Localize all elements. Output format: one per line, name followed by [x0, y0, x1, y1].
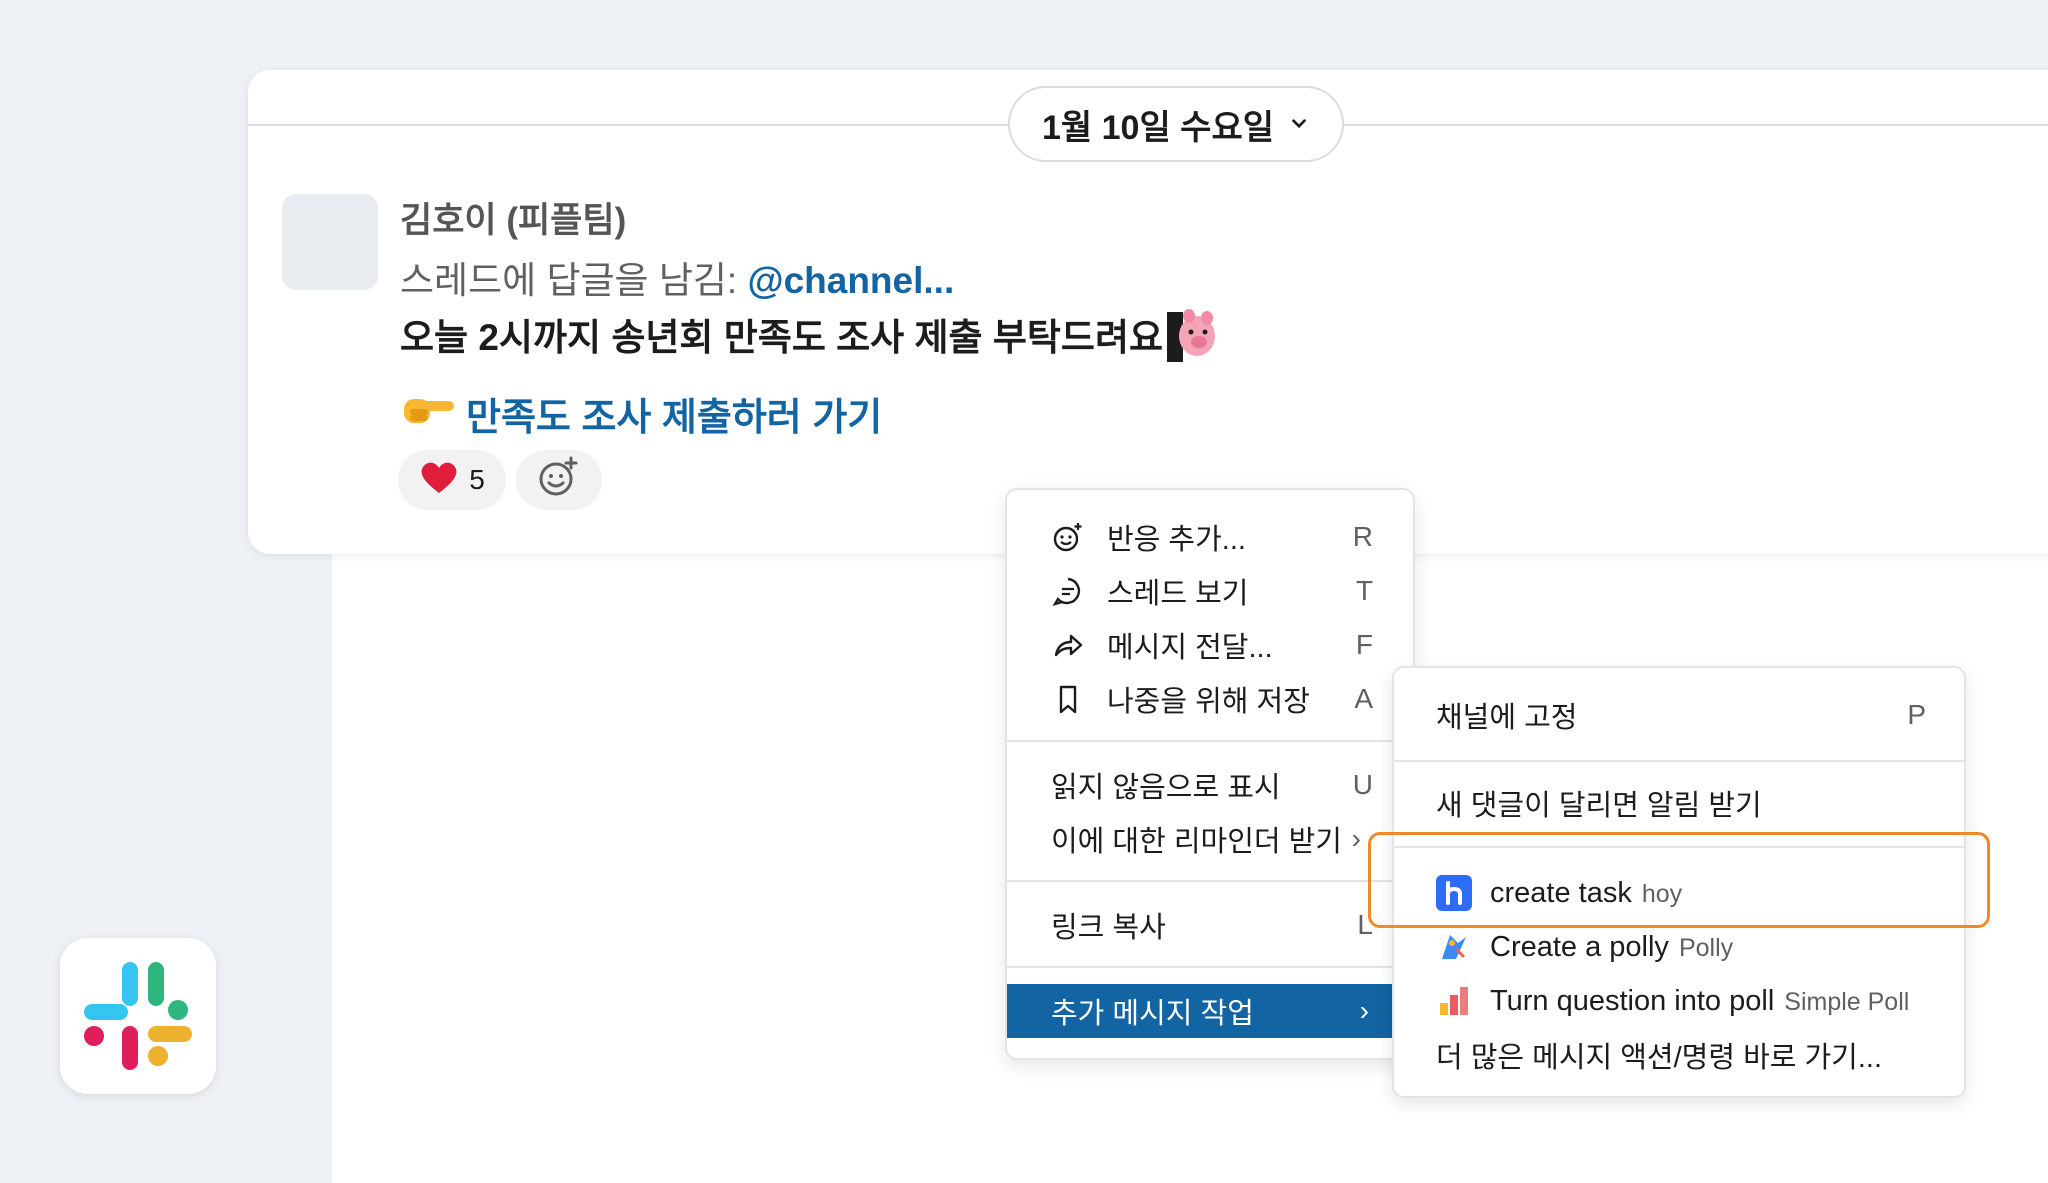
menu-item-shortcut: T [1355, 575, 1373, 606]
submenu-item-label: Turn question into poll [1490, 984, 1775, 1017]
add-reaction-button[interactable] [516, 450, 602, 510]
menu-item-label: 추가 메시지 작업 [1051, 998, 1254, 1030]
submenu-item-label: Create a polly [1490, 930, 1669, 963]
submenu-item-more-shortcuts[interactable]: 더 많은 메시지 액션/명령 바로 가기... [1394, 1028, 1964, 1082]
menu-item-label: 링크 복사 [1051, 912, 1166, 944]
menu-item-add-reaction[interactable]: 반응 추가... R [1007, 510, 1413, 564]
chevron-down-icon [1292, 119, 1306, 129]
submenu-item-label: 새 댓글이 달리면 알림 받기 [1436, 790, 1762, 822]
survey-link[interactable]: 만족도 조사 제출하러 가기 [400, 386, 882, 441]
submenu-item-notify-replies[interactable]: 새 댓글이 달리면 알림 받기 [1394, 776, 1964, 830]
menu-item-shortcut: R [1352, 521, 1373, 552]
heart-icon [419, 459, 459, 502]
survey-link-text[interactable]: 만족도 조사 제출하러 가기 [466, 386, 882, 441]
message-context-menu: 반응 추가... R 스레드 보기 T 메시지 전달... F 나중을 위해 저… [1005, 488, 1415, 1060]
date-divider-button[interactable]: 1월 10일 수요일 [1008, 86, 1344, 162]
menu-divider [1007, 880, 1413, 882]
menu-item-mark-unread[interactable]: 읽지 않음으로 표시 U [1007, 758, 1413, 812]
thread-prefix: 스레드에 답글을 남김: [400, 260, 748, 301]
menu-item-more-actions[interactable]: 추가 메시지 작업 › [1007, 984, 1413, 1038]
submenu-item-label: 채널에 고정 [1436, 702, 1578, 734]
menu-item-shortcut: A [1354, 683, 1373, 714]
menu-item-label: 반응 추가... [1107, 524, 1246, 556]
message-body: 오늘 2시까지 송년회 만족도 조사 제출 부탁드려요 [400, 317, 1164, 358]
sender-name[interactable]: 김호이 (피플팀) [400, 192, 626, 243]
polly-app-icon [1436, 929, 1472, 965]
add-reaction-icon [538, 456, 580, 505]
app-name: Simple Poll [1784, 987, 1910, 1016]
avatar[interactable] [282, 194, 378, 290]
menu-item-remind-me[interactable]: 이에 대한 리마인더 받기 › [1007, 812, 1413, 866]
bookmark-icon [1051, 682, 1085, 716]
menu-item-view-thread[interactable]: 스레드 보기 T [1007, 564, 1413, 618]
date-label: 1월 10일 수요일 [1041, 108, 1275, 147]
message-text: 오늘 2시까지 송년회 만족도 조사 제출 부탁드려요 [400, 306, 1217, 362]
pig-emoji-icon [1167, 306, 1217, 362]
menu-item-label: 이에 대한 리마인더 받기 [1051, 826, 1342, 858]
submenu-item-simple-poll[interactable]: Turn question into poll Simple Poll [1394, 974, 1964, 1028]
channel-mention[interactable]: @channel... [747, 260, 954, 301]
thread-reply-line: 스레드에 답글을 남김: @channel... [400, 250, 954, 304]
chevron-right-icon: › [1359, 995, 1369, 1026]
submenu-item-create-polly[interactable]: Create a polly Polly [1394, 920, 1964, 974]
app-name: Polly [1678, 933, 1734, 962]
create-task-highlight [1368, 832, 1990, 928]
forward-icon [1051, 628, 1085, 662]
menu-item-label: 스레드 보기 [1107, 578, 1249, 610]
menu-divider [1394, 760, 1964, 762]
submenu-item-pin[interactable]: 채널에 고정 P [1394, 688, 1964, 742]
menu-item-save-for-later[interactable]: 나중을 위해 저장 A [1007, 672, 1413, 726]
slack-logo-icon [60, 938, 216, 1094]
menu-item-forward[interactable]: 메시지 전달... F [1007, 618, 1413, 672]
menu-item-label: 메시지 전달... [1107, 632, 1273, 664]
reaction-heart[interactable]: 5 [398, 450, 506, 510]
simple-poll-app-icon [1436, 983, 1472, 1019]
menu-item-shortcut: F [1355, 629, 1373, 660]
menu-item-label: 읽지 않음으로 표시 [1051, 772, 1281, 804]
menu-divider [1007, 966, 1413, 968]
message-card: 1월 10일 수요일 김호이 (피플팀) 스레드에 답글을 남김: @chann… [248, 70, 2048, 554]
menu-item-shortcut: U [1352, 769, 1373, 800]
menu-item-copy-link[interactable]: 링크 복사 L [1007, 898, 1413, 952]
thread-icon [1051, 574, 1085, 608]
add-reaction-icon [1051, 520, 1085, 554]
menu-divider [1007, 740, 1413, 742]
pointing-hand-icon [400, 391, 456, 437]
reaction-count: 5 [469, 464, 485, 495]
submenu-item-label: 더 많은 메시지 액션/명령 바로 가기... [1436, 1042, 1883, 1074]
menu-item-label: 나중을 위해 저장 [1107, 686, 1310, 718]
menu-item-shortcut: P [1907, 699, 1926, 730]
chevron-right-icon: › [1351, 823, 1361, 854]
